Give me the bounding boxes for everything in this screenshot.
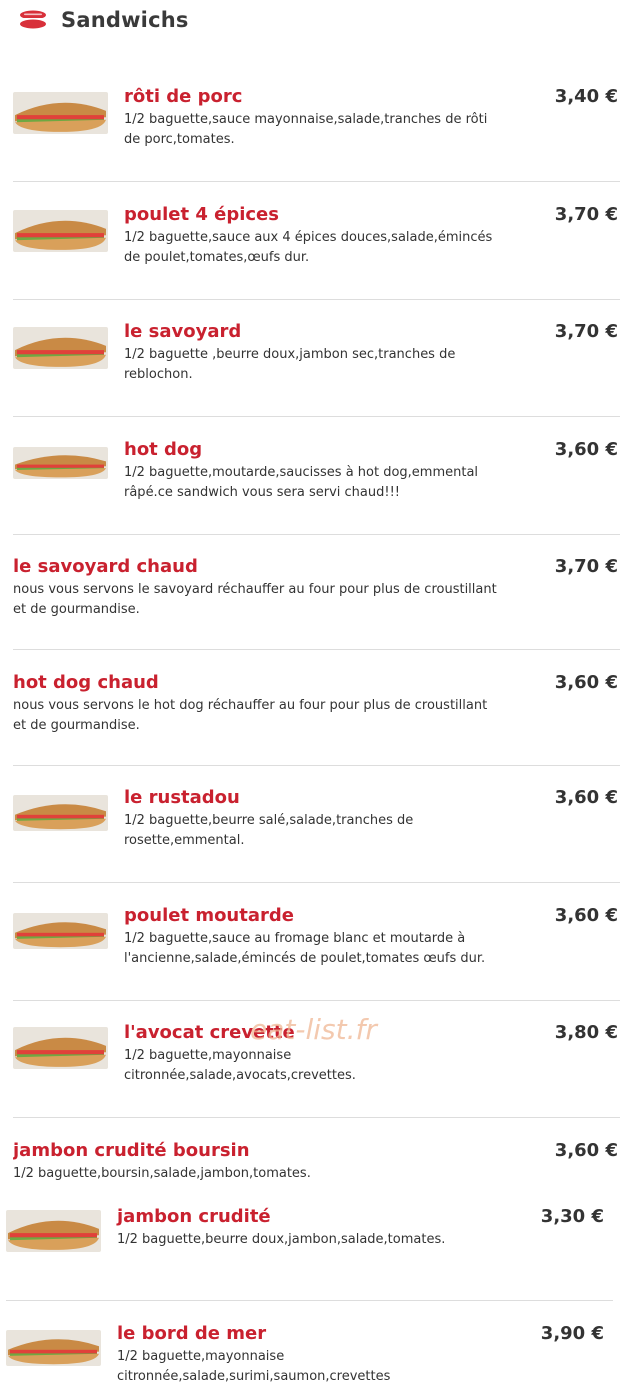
- item-name[interactable]: le savoyard: [124, 321, 494, 343]
- item-description: 1/2 baguette,sauce au fromage blanc et m…: [124, 931, 486, 966]
- menu-item[interactable]: hot dog chaud nous vous servons le hot d…: [13, 672, 620, 765]
- item-price: 3,70 €: [554, 556, 618, 577]
- item-description: 1/2 baguette,moutarde,saucisses à hot do…: [124, 465, 479, 500]
- item-name[interactable]: poulet 4 épices: [124, 204, 494, 226]
- item-name[interactable]: jambon crudité: [117, 1206, 487, 1228]
- item-name[interactable]: le bord de mer: [117, 1323, 487, 1345]
- item-price: 3,30 €: [540, 1206, 604, 1227]
- item-name[interactable]: poulet moutarde: [124, 905, 494, 927]
- menu-item[interactable]: poulet 4 épices 1/2 baguette,sauce aux 4…: [13, 204, 620, 299]
- item-name[interactable]: le rustadou: [124, 787, 494, 809]
- item-description: 1/2 baguette,beurre salé,salade,tranches…: [124, 813, 414, 848]
- item-price: 3,40 €: [554, 86, 618, 107]
- section-title: Sandwichs: [61, 8, 189, 32]
- menu-item[interactable]: poulet moutarde 1/2 baguette,sauce au fr…: [13, 905, 620, 1000]
- menu-item[interactable]: le savoyard 1/2 baguette ,beurre doux,ja…: [13, 321, 620, 416]
- sandwich-photo: [13, 795, 108, 831]
- divider: [13, 1000, 620, 1001]
- item-description: 1/2 baguette ,beurre doux,jambon sec,tra…: [124, 347, 456, 382]
- divider: [13, 299, 620, 300]
- divider: [13, 534, 620, 535]
- item-name[interactable]: hot dog: [124, 439, 494, 461]
- item-price: 3,80 €: [554, 1022, 618, 1043]
- item-description: nous vous servons le savoyard réchauffer…: [13, 582, 497, 617]
- sandwich-photo: [13, 327, 108, 369]
- item-price: 3,60 €: [554, 672, 618, 693]
- menu-item[interactable]: le savoyard chaud nous vous servons le s…: [13, 556, 620, 649]
- item-price: 3,70 €: [554, 204, 618, 225]
- sandwich-photo: [13, 210, 108, 252]
- item-price: 3,60 €: [554, 787, 618, 808]
- divider: [13, 1117, 620, 1118]
- item-description: 1/2 baguette,sauce aux 4 épices douces,s…: [124, 230, 493, 265]
- sandwich-photo: [6, 1330, 101, 1366]
- sandwich-photo: [13, 447, 108, 479]
- divider: [13, 882, 620, 883]
- item-description: nous vous servons le hot dog réchauffer …: [13, 698, 488, 733]
- divider: [6, 1300, 613, 1301]
- section-header: Sandwichs: [18, 8, 189, 32]
- item-description: 1/2 baguette,boursin,salade,jambon,tomat…: [13, 1166, 311, 1181]
- divider: [13, 649, 620, 650]
- menu-item[interactable]: le rustadou 1/2 baguette,beurre salé,sal…: [13, 787, 620, 882]
- sandwich-icon: [20, 10, 46, 29]
- divider: [13, 765, 620, 766]
- item-description: 1/2 baguette,mayonnaise citronnée,salade…: [117, 1349, 391, 1384]
- item-price: 3,70 €: [554, 321, 618, 342]
- item-price: 3,90 €: [540, 1323, 604, 1344]
- menu-item[interactable]: rôti de porc 1/2 baguette,sauce mayonnai…: [13, 86, 620, 181]
- item-description: 1/2 baguette,sauce mayonnaise,salade,tra…: [124, 112, 488, 147]
- sandwich-photo: [13, 1027, 108, 1069]
- menu-item[interactable]: le bord de mer 1/2 baguette,mayonnaise c…: [6, 1323, 613, 1393]
- item-description: 1/2 baguette,beurre doux,jambon,salade,t…: [117, 1232, 446, 1247]
- menu-item[interactable]: hot dog 1/2 baguette,moutarde,saucisses …: [13, 439, 620, 534]
- item-price: 3,60 €: [554, 1140, 618, 1161]
- item-name[interactable]: le savoyard chaud: [13, 556, 498, 578]
- item-price: 3,60 €: [554, 439, 618, 460]
- menu-item[interactable]: jambon crudité boursin 1/2 baguette,bour…: [13, 1140, 620, 1186]
- item-name[interactable]: jambon crudité boursin: [13, 1140, 498, 1162]
- item-description: 1/2 baguette,mayonnaise citronnée,salade…: [124, 1048, 356, 1083]
- divider: [13, 181, 620, 182]
- watermark: eat-list.fr: [250, 1013, 377, 1046]
- item-name[interactable]: rôti de porc: [124, 86, 494, 108]
- item-price: 3,60 €: [554, 905, 618, 926]
- sandwich-photo: [6, 1210, 101, 1252]
- divider: [13, 416, 620, 417]
- menu-item[interactable]: jambon crudité 1/2 baguette,beurre doux,…: [6, 1206, 613, 1301]
- item-name[interactable]: hot dog chaud: [13, 672, 498, 694]
- sandwich-photo: [13, 913, 108, 949]
- sandwich-photo: [13, 92, 108, 134]
